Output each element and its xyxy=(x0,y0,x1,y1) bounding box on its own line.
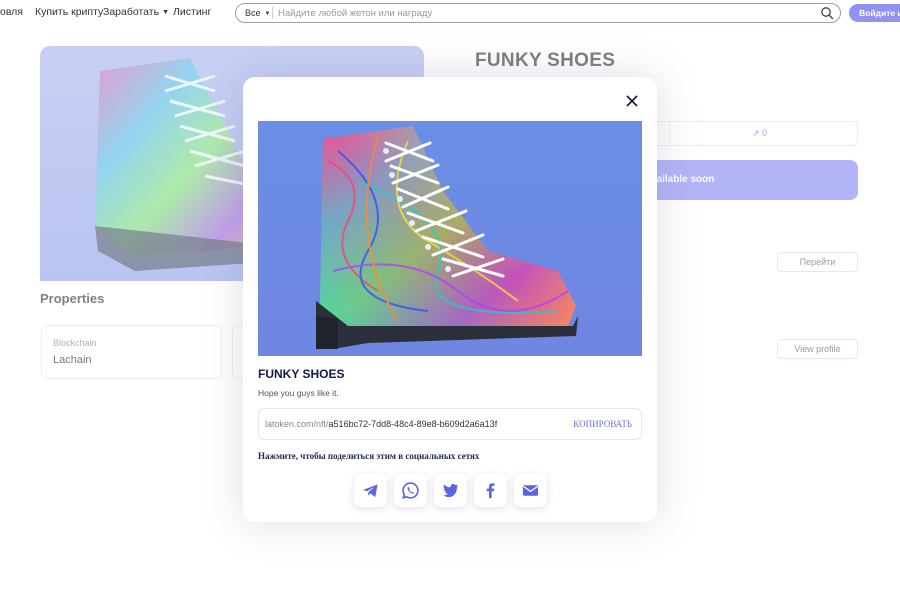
search-scope-dropdown[interactable]: Все ▼ xyxy=(245,8,270,18)
nav-item-listing[interactable]: Листинг xyxy=(173,6,211,18)
search-input[interactable] xyxy=(278,5,808,21)
chevron-down-icon: ▼ xyxy=(162,9,170,16)
share-link-id: a516bc72-7dd8-48c4-89e8-b609d2a6a13f xyxy=(328,419,498,429)
search-bar: Все ▼ xyxy=(235,3,841,23)
share-link-text: latoken.com/nft/a516bc72-7dd8-48c4-89e8-… xyxy=(265,419,497,429)
email-icon xyxy=(522,485,539,496)
login-button[interactable]: Войдите или xyxy=(849,4,900,22)
nav-item-buy-crypto[interactable]: Купить крипту xyxy=(35,6,103,18)
modal-description: Hope you guys like it. xyxy=(258,388,339,398)
search-icon[interactable] xyxy=(820,6,834,20)
nav-item-earn[interactable]: Заработать ▼ xyxy=(103,6,169,18)
search-scope-label: Все xyxy=(245,8,261,18)
share-telegram-button[interactable] xyxy=(354,474,387,507)
nav-item-earn-label: Заработать xyxy=(103,6,160,18)
share-link-prefix: latoken.com/nft/ xyxy=(265,419,329,429)
telegram-icon xyxy=(362,484,378,498)
share-twitter-button[interactable] xyxy=(434,474,467,507)
copy-button[interactable]: КОПИРОВАТЬ xyxy=(573,419,632,429)
nft-image xyxy=(258,121,642,356)
whatsapp-icon xyxy=(402,482,419,499)
chevron-down-icon: ▼ xyxy=(264,11,271,17)
share-link-field[interactable]: latoken.com/nft/a516bc72-7dd8-48c4-89e8-… xyxy=(258,408,642,440)
facebook-icon xyxy=(486,483,495,499)
skate-shoe-illustration xyxy=(316,126,578,349)
close-icon[interactable] xyxy=(624,93,640,109)
search-divider xyxy=(272,7,273,19)
share-facebook-button[interactable] xyxy=(474,474,507,507)
share-email-button[interactable] xyxy=(514,474,547,507)
twitter-icon xyxy=(442,484,459,498)
share-whatsapp-button[interactable] xyxy=(394,474,427,507)
share-modal: FUNKY SHOES Hope you guys like it. latok… xyxy=(243,77,657,522)
share-hint-text: Нажмите, чтобы поделиться этим в социаль… xyxy=(258,451,480,461)
modal-title: FUNKY SHOES xyxy=(258,367,345,381)
nav-item-partial[interactable]: овля xyxy=(0,6,23,18)
top-navigation-bar: овля Купить крипту Заработать ▼ Листинг В… xyxy=(0,0,900,26)
